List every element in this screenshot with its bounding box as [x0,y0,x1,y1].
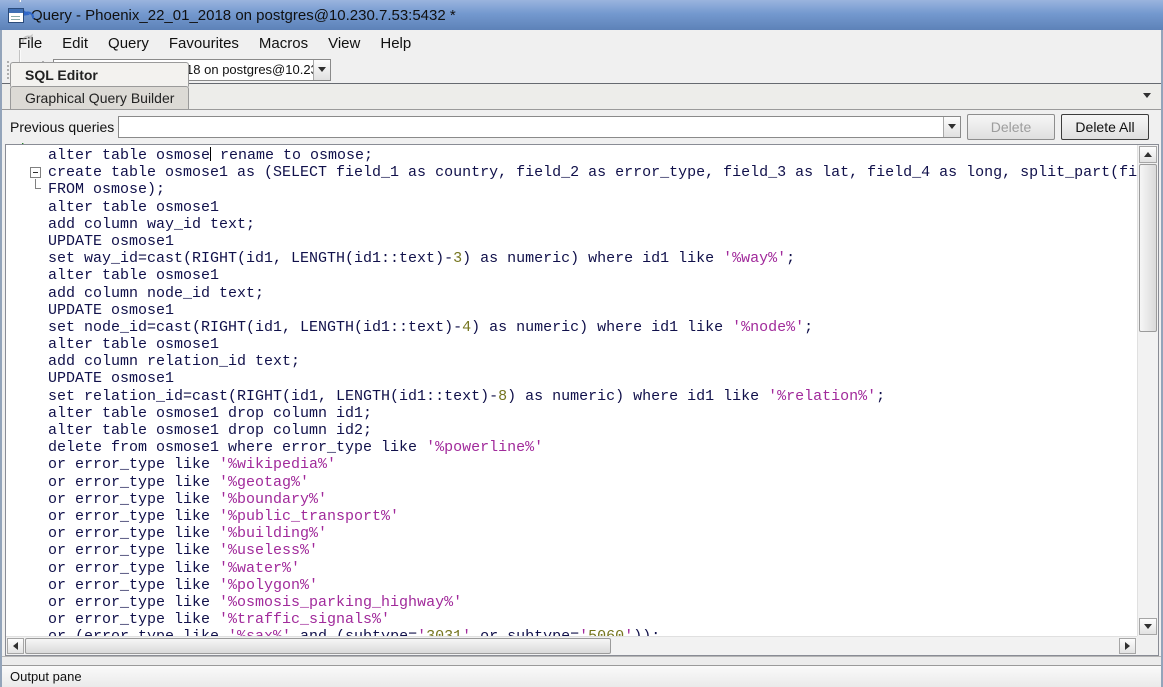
menu-view[interactable]: View [318,32,370,55]
window-gap [2,656,1161,665]
code-line: set way_id=cast(RIGHT(id1, LENGTH(id1::t… [6,250,1137,267]
redo-button[interactable] [16,26,39,50]
code-line: or error_type like '%polygon%' [6,577,1137,594]
tab-sql-editor[interactable]: SQL Editor [10,62,189,87]
menu-query[interactable]: Query [98,32,159,55]
status-bar: Output pane [2,665,1161,687]
delete-button[interactable]: Delete [967,114,1055,140]
horizontal-scrollbar[interactable] [6,636,1137,655]
code-line: UPDATE osmose1 [6,370,1137,387]
code-line: add column way_id text; [6,216,1137,233]
code-line: delete from osmose1 where error_type lik… [6,439,1137,456]
scrollbar-corner [1137,636,1158,655]
menu-macros[interactable]: Macros [249,32,318,55]
code-line: UPDATE osmose1 [6,233,1137,250]
title-bar[interactable]: Query - Phoenix_22_01_2018 on postgres@1… [0,0,1163,30]
arrow-up-icon [1144,152,1152,157]
window-title: Query - Phoenix_22_01_2018 on postgres@1… [31,7,456,24]
arrow-down-icon [1144,624,1152,629]
sql-editor: alter table osmose rename to osmose;crea… [5,144,1159,656]
code-line: or error_type like '%useless%' [6,542,1137,559]
previous-queries-combo[interactable] [118,116,961,138]
connection-combo-dropdown-button[interactable] [313,60,330,80]
fold-collapse-icon[interactable] [30,167,41,178]
scroll-right-button[interactable] [1119,638,1136,654]
scroll-up-button[interactable] [1139,146,1157,163]
window-frame: FileEditQueryFavouritesMacrosViewHelp PG… [0,30,1163,687]
query-window-icon [8,8,24,23]
code-line: or error_type like '%osmosis_parking_hig… [6,594,1137,611]
code-line: UPDATE osmose1 [6,302,1137,319]
menu-favourites[interactable]: Favourites [159,32,249,55]
code-line: create table osmose1 as (SELECT field_1 … [6,164,1137,181]
code-line: FROM osmose); [6,181,1137,198]
tab-graphical-query-builder[interactable]: Graphical Query Builder [10,86,189,109]
chevron-down-icon [948,124,956,129]
status-text: Output pane [10,669,82,684]
fold-tail-icon [35,179,41,189]
code-line: or error_type like '%traffic_signals%' [6,611,1137,628]
menu-bar: FileEditQueryFavouritesMacrosViewHelp [2,30,1161,56]
code-line: alter table osmose1 [6,199,1137,216]
code-line: or error_type like '%water%' [6,560,1137,577]
vertical-scrollbar-thumb[interactable] [1139,164,1157,332]
code-line: set node_id=cast(RIGHT(id1, LENGTH(id1::… [6,319,1137,336]
previous-queries-label: Previous queries [10,119,114,135]
arrow-right-icon [1125,642,1130,650]
chevron-down-icon [318,67,326,72]
scroll-down-button[interactable] [1139,618,1157,635]
code-line: alter table osmose rename to osmose; [6,147,1137,164]
arrow-left-icon [13,642,18,650]
code-line: add column relation_id text; [6,353,1137,370]
vertical-scrollbar[interactable] [1137,145,1158,636]
scroll-left-button[interactable] [7,638,24,654]
code-line: add column node_id text; [6,285,1137,302]
code-line: or error_type like '%building%' [6,525,1137,542]
menu-help[interactable]: Help [370,32,421,55]
code-line: alter table osmose1 [6,267,1137,284]
code-line: or error_type like '%boundary%' [6,491,1137,508]
code-line: or error_type like '%public_transport%' [6,508,1137,525]
code-line: alter table osmose1 [6,336,1137,353]
redo-icon [20,30,36,46]
code-line: alter table osmose1 drop column id2; [6,422,1137,439]
code-line: or error_type like '%geotag%' [6,474,1137,491]
horizontal-scrollbar-thumb[interactable] [25,638,611,654]
tab-bar: SQL EditorGraphical Query Builder [2,84,1161,110]
code-line: alter table osmose1 drop column id1; [6,405,1137,422]
query-window: Query - Phoenix_22_01_2018 on postgres@1… [0,0,1163,687]
code-line: set relation_id=cast(RIGHT(id1, LENGTH(i… [6,388,1137,405]
menu-edit[interactable]: Edit [52,32,98,55]
sql-editor-text-area[interactable]: alter table osmose rename to osmose;crea… [6,145,1137,636]
panel-menu-chevron-down-icon[interactable] [1143,93,1151,98]
code-line: or (error_type like '%sax%' and (subtype… [6,628,1137,636]
delete-all-button[interactable]: Delete All [1061,114,1149,140]
previous-queries-dropdown-button[interactable] [943,117,960,137]
previous-queries-bar: Previous queries Delete Delete All [2,110,1161,143]
code-line: or error_type like '%wikipedia%' [6,456,1137,473]
